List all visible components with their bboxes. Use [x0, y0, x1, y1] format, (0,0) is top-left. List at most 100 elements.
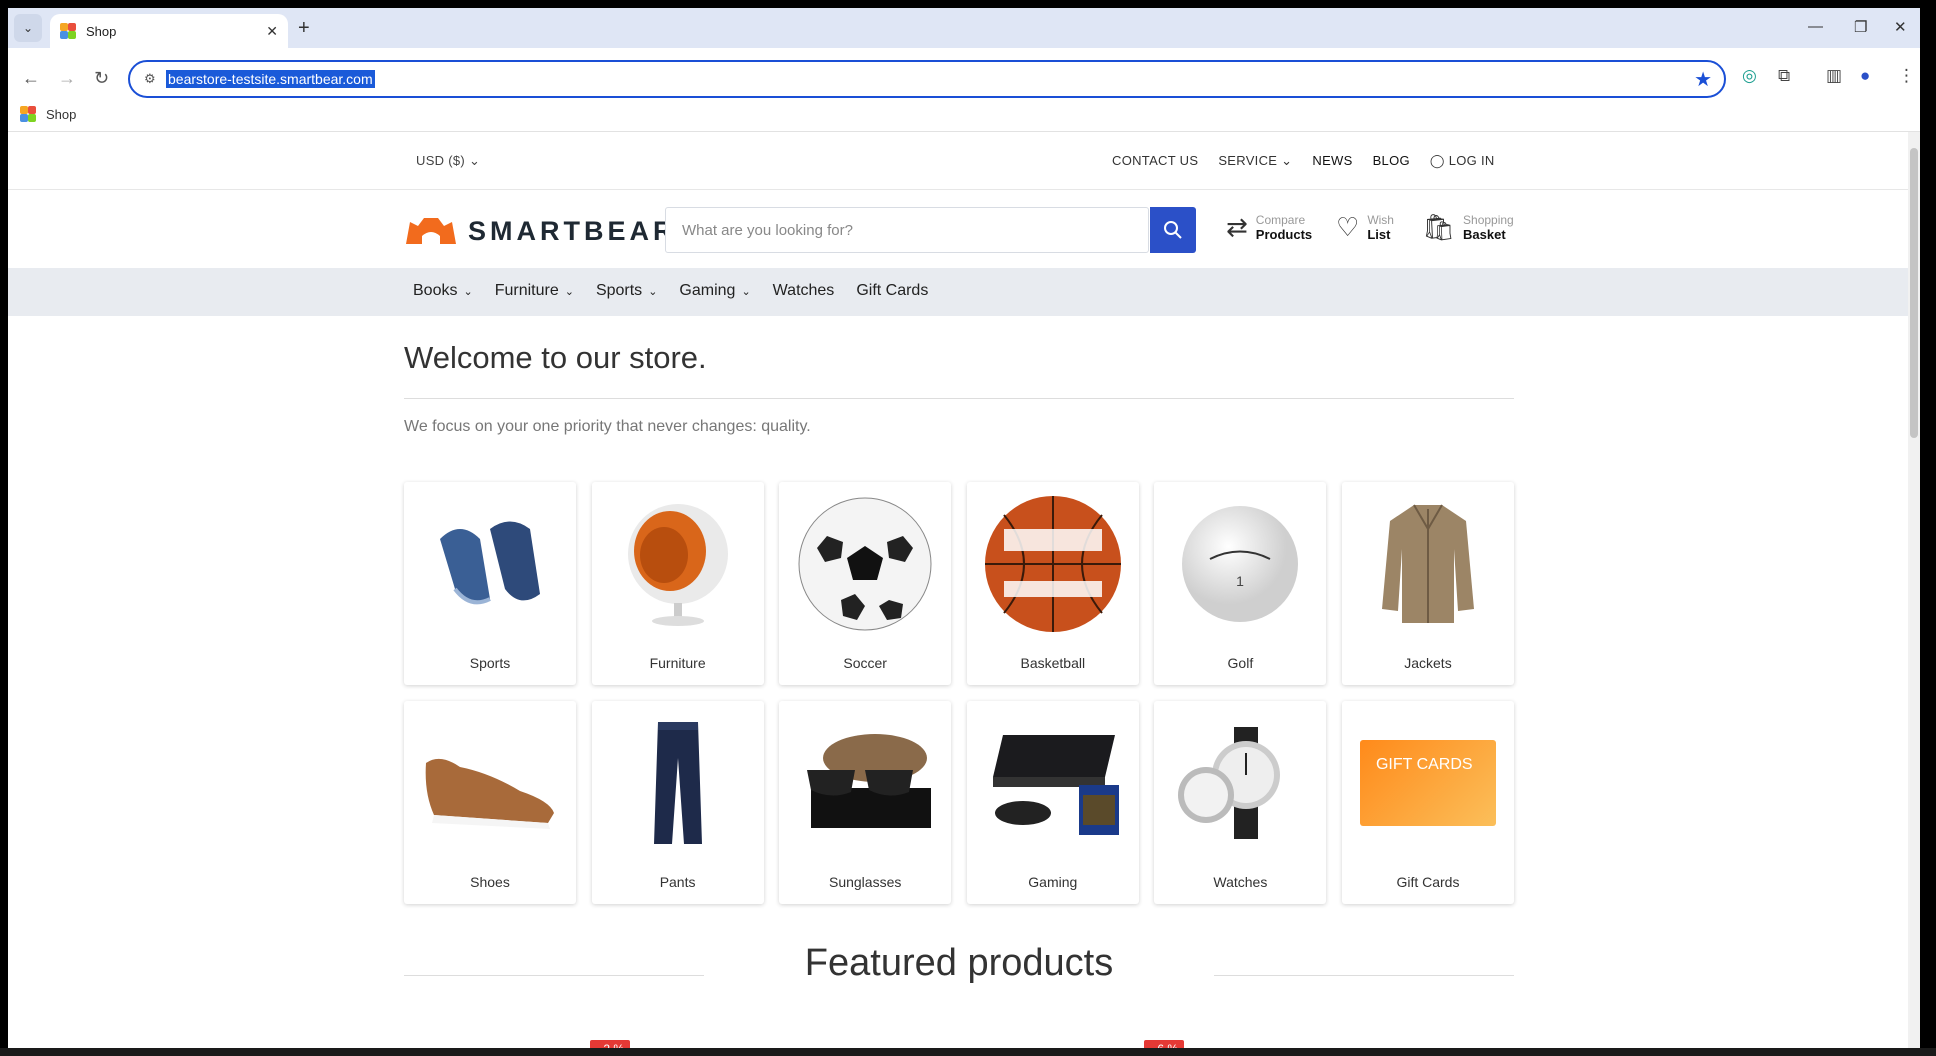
browser-tab[interactable]: Shop ✕	[50, 14, 288, 48]
blog-link[interactable]: BLOG	[1373, 153, 1410, 169]
web-page: USD ($) ⌄ CONTACT US SERVICE ⌄ NEWS BLOG…	[8, 132, 1908, 1048]
jacket-icon	[1358, 494, 1498, 634]
category-card-watches[interactable]: Watches	[1154, 701, 1327, 904]
search-icon	[1164, 221, 1182, 239]
nav-label: Sports	[595, 282, 643, 299]
category-label: Basketball	[1020, 655, 1086, 671]
category-label: Sports	[469, 655, 511, 671]
tab-title: Shop	[86, 23, 117, 39]
category-card-sunglasses[interactable]: Sunglasses	[779, 701, 952, 904]
address-bar[interactable]: ⚙ bearstore-testsite.smartbear.com ★	[128, 60, 1726, 98]
category-card-pants[interactable]: Pants	[591, 701, 764, 904]
scrollbar-thumb[interactable]	[1910, 148, 1918, 438]
nav-item-gaming[interactable]: Gaming ⌄	[679, 282, 750, 300]
shop-favicon-icon	[20, 106, 36, 122]
bookmark-label: Shop	[46, 106, 77, 122]
soccer-ball-icon	[795, 494, 935, 634]
tagline: We focus on your one priority that never…	[404, 418, 811, 435]
forward-icon[interactable]: →	[58, 68, 76, 89]
login-link[interactable]: ◯ LOG IN	[1430, 153, 1495, 169]
minimize-icon[interactable]: —	[1808, 18, 1823, 35]
category-card-gift-cards[interactable]: GIFT CARDS Gift Cards	[1341, 701, 1514, 904]
search-input[interactable]: What are you looking for?	[665, 207, 1149, 253]
extension-icon[interactable]: ◎	[1742, 66, 1757, 86]
back-icon[interactable]: ←	[22, 68, 40, 89]
category-card-furniture[interactable]: Furniture	[591, 482, 764, 685]
category-card-gaming[interactable]: Gaming	[966, 701, 1139, 904]
compare-label-2: Products	[1255, 227, 1313, 242]
category-nav: Books ⌄ Furniture ⌄ Sports ⌄ Gaming ⌄ Watche…	[8, 268, 1908, 316]
tab-strip: ⌄ Shop ✕ + — ❐ ✕	[8, 8, 1920, 48]
chevron-down-icon: ⌄	[741, 286, 751, 298]
search-button[interactable]	[1150, 207, 1196, 253]
compare-products-button[interactable]: ⇄ Compare Products	[1226, 212, 1312, 243]
contact-us-link[interactable]: CONTACT US	[1112, 153, 1198, 169]
user-circle-icon: ◯	[1429, 153, 1445, 168]
site-info-icon[interactable]: ⚙	[144, 71, 156, 87]
wish-list-button[interactable]: ♡ Wish List	[1336, 212, 1394, 243]
discount-badge: - 2 %	[590, 1040, 631, 1048]
service-menu[interactable]: SERVICE ⌄	[1218, 153, 1292, 169]
browser-window: ⌄ Shop ✕ + — ❐ ✕ ← → ↻ ⚙ bearstore-tests…	[8, 8, 1920, 1048]
category-card-soccer[interactable]: Soccer	[779, 482, 952, 685]
console-icon	[983, 713, 1123, 853]
category-grid: Sports Furniture Soccer Basketball 1 Gol…	[404, 482, 1514, 904]
category-card-golf[interactable]: 1 Golf	[1154, 482, 1327, 685]
nav-item-books[interactable]: Books ⌄	[413, 282, 473, 300]
divider	[404, 398, 1514, 399]
search-placeholder: What are you looking for?	[682, 222, 853, 239]
featured-title: Featured products	[804, 942, 1114, 984]
currency-label: USD ($)	[416, 153, 466, 168]
currency-selector[interactable]: USD ($) ⌄	[416, 153, 480, 169]
shopping-basket-button[interactable]: 🛍 Shopping Basket	[1422, 212, 1514, 243]
compare-label-1: Compare	[1255, 213, 1306, 227]
tab-close-icon[interactable]: ✕	[266, 23, 278, 40]
page-scrollbar[interactable]	[1908, 132, 1920, 1048]
gift-card-text: GIFT CARDS	[1375, 756, 1473, 773]
nav-item-gift-cards[interactable]: Gift Cards	[856, 282, 928, 300]
extensions-puzzle-icon[interactable]: ⧉	[1778, 66, 1790, 86]
category-label: Soccer	[843, 655, 887, 671]
chevron-down-icon: ⌄	[1281, 153, 1293, 168]
chevron-down-icon: ⌄	[564, 286, 574, 298]
news-link[interactable]: NEWS	[1312, 153, 1352, 169]
nav-item-sports[interactable]: Sports ⌄	[596, 282, 657, 300]
chevron-down-icon: ⌄	[463, 286, 473, 298]
featured-section-header: Featured products	[404, 942, 1514, 992]
tab-search-button[interactable]: ⌄	[14, 14, 42, 42]
category-label: Golf	[1227, 655, 1254, 671]
category-label: Gaming	[1028, 874, 1078, 890]
nav-item-furniture[interactable]: Furniture ⌄	[495, 282, 574, 300]
chevron-down-icon: ⌄	[648, 286, 658, 298]
discount-badge: - 6 %	[1144, 1040, 1185, 1048]
page-title: Welcome to our store.	[404, 340, 707, 375]
url-text[interactable]: bearstore-testsite.smartbear.com	[166, 70, 375, 88]
profile-icon[interactable]: ●	[1860, 66, 1870, 86]
sneakers-icon	[420, 494, 560, 634]
category-card-shoes[interactable]: Shoes	[404, 701, 576, 904]
close-window-icon[interactable]: ✕	[1894, 18, 1907, 36]
smartbear-logo[interactable]: SMARTBEAR	[404, 214, 677, 248]
basket-label-1: Shopping	[1463, 213, 1514, 227]
category-card-jackets[interactable]: Jackets	[1341, 482, 1514, 685]
bookmark-star-icon[interactable]: ★	[1694, 67, 1712, 92]
new-tab-button[interactable]: +	[298, 17, 310, 40]
bookmark-shop[interactable]: Shop	[20, 106, 76, 122]
login-label: LOG IN	[1448, 153, 1495, 168]
golf-ball-icon: 1	[1170, 494, 1310, 634]
category-label: Sunglasses	[828, 874, 902, 890]
basketball-icon	[983, 494, 1123, 634]
reload-icon[interactable]: ↻	[94, 68, 109, 89]
category-card-sports[interactable]: Sports	[404, 482, 576, 685]
nav-label: Gaming	[679, 282, 736, 299]
watch-icon	[1170, 713, 1310, 853]
shoe-icon	[420, 713, 560, 853]
nav-item-watches[interactable]: Watches	[773, 282, 835, 300]
restore-icon[interactable]: ❐	[1854, 18, 1867, 36]
wish-label-2: List	[1367, 227, 1391, 242]
menu-kebab-icon[interactable]: ⋮	[1898, 66, 1915, 86]
gift-card-icon: GIFT CARDS	[1358, 713, 1498, 853]
category-label: Jackets	[1404, 655, 1452, 671]
category-card-basketball[interactable]: Basketball	[966, 482, 1139, 685]
side-panel-icon[interactable]: ▥	[1826, 66, 1842, 86]
